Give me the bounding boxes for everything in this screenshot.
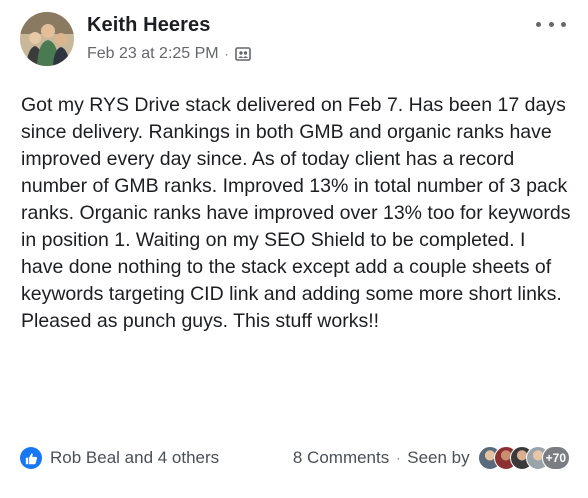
seen-by-label[interactable]: Seen by: [407, 448, 469, 468]
group-audience-icon[interactable]: [234, 46, 251, 62]
author-name[interactable]: Keith Heeres: [87, 14, 210, 37]
avatar-photo: [20, 12, 74, 66]
post-footer: Rob Beal and 4 others 8 Comments · Seen …: [20, 445, 570, 471]
engagement-meta: 8 Comments · Seen by +70: [293, 446, 570, 470]
likes-label: Rob Beal and 4 others: [50, 448, 220, 467]
author-avatar[interactable]: [20, 12, 74, 66]
post-timestamp[interactable]: Feb 23 at 2:25 PM: [87, 45, 219, 63]
viewer-overflow-count: +70: [541, 446, 570, 470]
post-card: Keith Heeres Feb 23 at 2:25 PM · Got my …: [0, 0, 588, 498]
more-options-button[interactable]: [536, 16, 566, 32]
post-meta: Feb 23 at 2:25 PM ·: [87, 43, 251, 65]
like-thumb-icon: [20, 447, 42, 469]
more-dot-icon: [548, 21, 554, 27]
viewer-avatars[interactable]: +70: [477, 446, 570, 470]
footer-separator: ·: [396, 451, 401, 465]
reactions-summary[interactable]: Rob Beal and 4 others: [20, 447, 219, 469]
more-dot-icon: [561, 21, 566, 27]
comments-link[interactable]: 8 Comments: [293, 448, 389, 468]
more-dot-icon: [536, 21, 541, 27]
meta-separator: ·: [224, 47, 229, 61]
post-text: Got my RYS Drive stack delivered on Feb …: [21, 94, 571, 332]
